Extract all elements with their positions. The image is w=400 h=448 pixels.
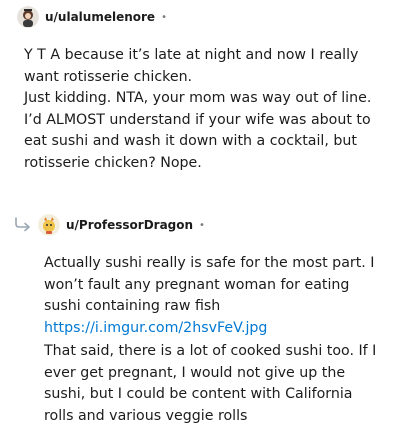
comment-header: u/ProfessorDragon • bbox=[38, 214, 205, 236]
comment-paragraph: Y T A because it’s late at night and now… bbox=[24, 47, 359, 85]
user-avatar[interactable] bbox=[38, 214, 60, 236]
comment-header: u/ulalumelenore • bbox=[17, 6, 167, 28]
username[interactable]: u/ProfessorDragon bbox=[66, 218, 193, 232]
comment-body: Y T A because it’s late at night and now… bbox=[24, 45, 384, 174]
image-link[interactable]: https://i.imgur.com/2hsvFeV.jpg bbox=[44, 320, 267, 336]
user-avatar[interactable] bbox=[17, 6, 39, 28]
comment-paragraph: Actually sushi really is safe for the mo… bbox=[44, 255, 375, 314]
reply-arrow-icon bbox=[15, 217, 30, 232]
separator-dot: • bbox=[199, 219, 205, 231]
comment-paragraph: That said, there is a lot of cooked sush… bbox=[44, 343, 377, 424]
comment-paragraph: Just kidding. NTA, your mom was way out … bbox=[24, 90, 372, 171]
username[interactable]: u/ulalumelenore bbox=[45, 10, 155, 24]
separator-dot: • bbox=[161, 11, 167, 23]
comment-body: Actually sushi really is safe for the mo… bbox=[44, 253, 384, 427]
